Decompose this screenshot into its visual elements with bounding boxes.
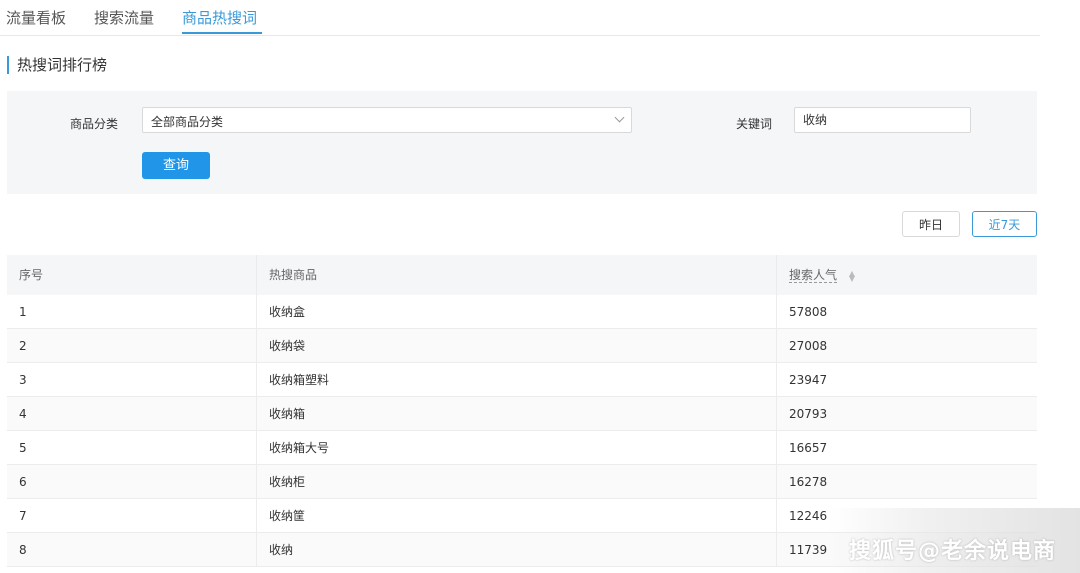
item-cell: 收纳袋 bbox=[257, 329, 777, 362]
category-label: 商品分类 bbox=[70, 117, 119, 131]
item-cell: 收纳盒 bbox=[257, 295, 777, 328]
item-cell: 收纳 bbox=[257, 533, 777, 566]
tab-bar: 流量看板 搜索流量 商品热搜词 bbox=[0, 0, 1040, 36]
popularity-cell: 57808 bbox=[789, 305, 828, 319]
table-row: 6 收纳柜 16278 bbox=[7, 465, 1037, 499]
item-cell: 收纳箱塑料 bbox=[257, 363, 777, 396]
table-row: 1 收纳盒 57808 bbox=[7, 295, 1037, 329]
popularity-cell: 27008 bbox=[789, 339, 828, 353]
section-title: 热搜词排行榜 bbox=[7, 56, 107, 74]
category-select[interactable]: 全部商品分类 bbox=[142, 107, 632, 133]
item-cell: 收纳箱大号 bbox=[257, 431, 777, 464]
table-row: 4 收纳箱 20793 bbox=[7, 397, 1037, 431]
yesterday-button[interactable]: 昨日 bbox=[902, 211, 960, 237]
active-tab-indicator bbox=[182, 32, 262, 34]
rank-cell: 5 bbox=[7, 431, 257, 464]
keyword-label: 关键词 bbox=[736, 117, 773, 131]
table-row: 3 收纳箱塑料 23947 bbox=[7, 363, 1037, 397]
rank-cell: 1 bbox=[7, 295, 257, 328]
rank-cell: 3 bbox=[7, 363, 257, 396]
table-row: 2 收纳袋 27008 bbox=[7, 329, 1037, 363]
popularity-label: 搜索人气 bbox=[789, 268, 838, 283]
item-cell: 收纳筐 bbox=[257, 499, 777, 532]
header-rank: 序号 bbox=[7, 255, 257, 295]
tab-search-traffic[interactable]: 搜索流量 bbox=[94, 7, 154, 28]
popularity-cell: 20793 bbox=[789, 407, 828, 421]
watermark-text: 搜狐号@老余说电商 bbox=[848, 539, 1056, 564]
query-button[interactable]: 查询 bbox=[142, 152, 210, 179]
item-cell: 收纳柜 bbox=[257, 465, 777, 498]
popularity-cell: 16657 bbox=[789, 441, 828, 455]
filter-panel: 商品分类 全部商品分类 关键词 收纳 查询 bbox=[7, 91, 1037, 194]
sort-icon[interactable]: ▲ ▼ bbox=[849, 269, 855, 282]
table-header: 序号 热搜商品 搜索人气 ▲ ▼ bbox=[7, 255, 1037, 295]
popularity-cell: 16278 bbox=[789, 475, 828, 489]
keyword-input[interactable]: 收纳 bbox=[794, 107, 971, 133]
rank-cell: 4 bbox=[7, 397, 257, 430]
item-cell: 收纳箱 bbox=[257, 397, 777, 430]
chevron-down-icon bbox=[614, 112, 625, 123]
header-popularity[interactable]: 搜索人气 ▲ ▼ bbox=[777, 255, 1037, 295]
header-hot-item: 热搜商品 bbox=[257, 255, 777, 295]
rank-cell: 6 bbox=[7, 465, 257, 498]
category-select-value: 全部商品分类 bbox=[151, 115, 224, 129]
rank-cell: 7 bbox=[7, 499, 257, 532]
popularity-cell: 23947 bbox=[789, 373, 828, 387]
tab-product-hot-keywords[interactable]: 商品热搜词 bbox=[182, 7, 257, 28]
rank-cell: 8 bbox=[7, 533, 257, 566]
table-row: 5 收纳箱大号 16657 bbox=[7, 431, 1037, 465]
rank-cell: 2 bbox=[7, 329, 257, 362]
tab-traffic-dashboard[interactable]: 流量看板 bbox=[6, 7, 66, 28]
last-7-days-button[interactable]: 近7天 bbox=[972, 211, 1037, 237]
